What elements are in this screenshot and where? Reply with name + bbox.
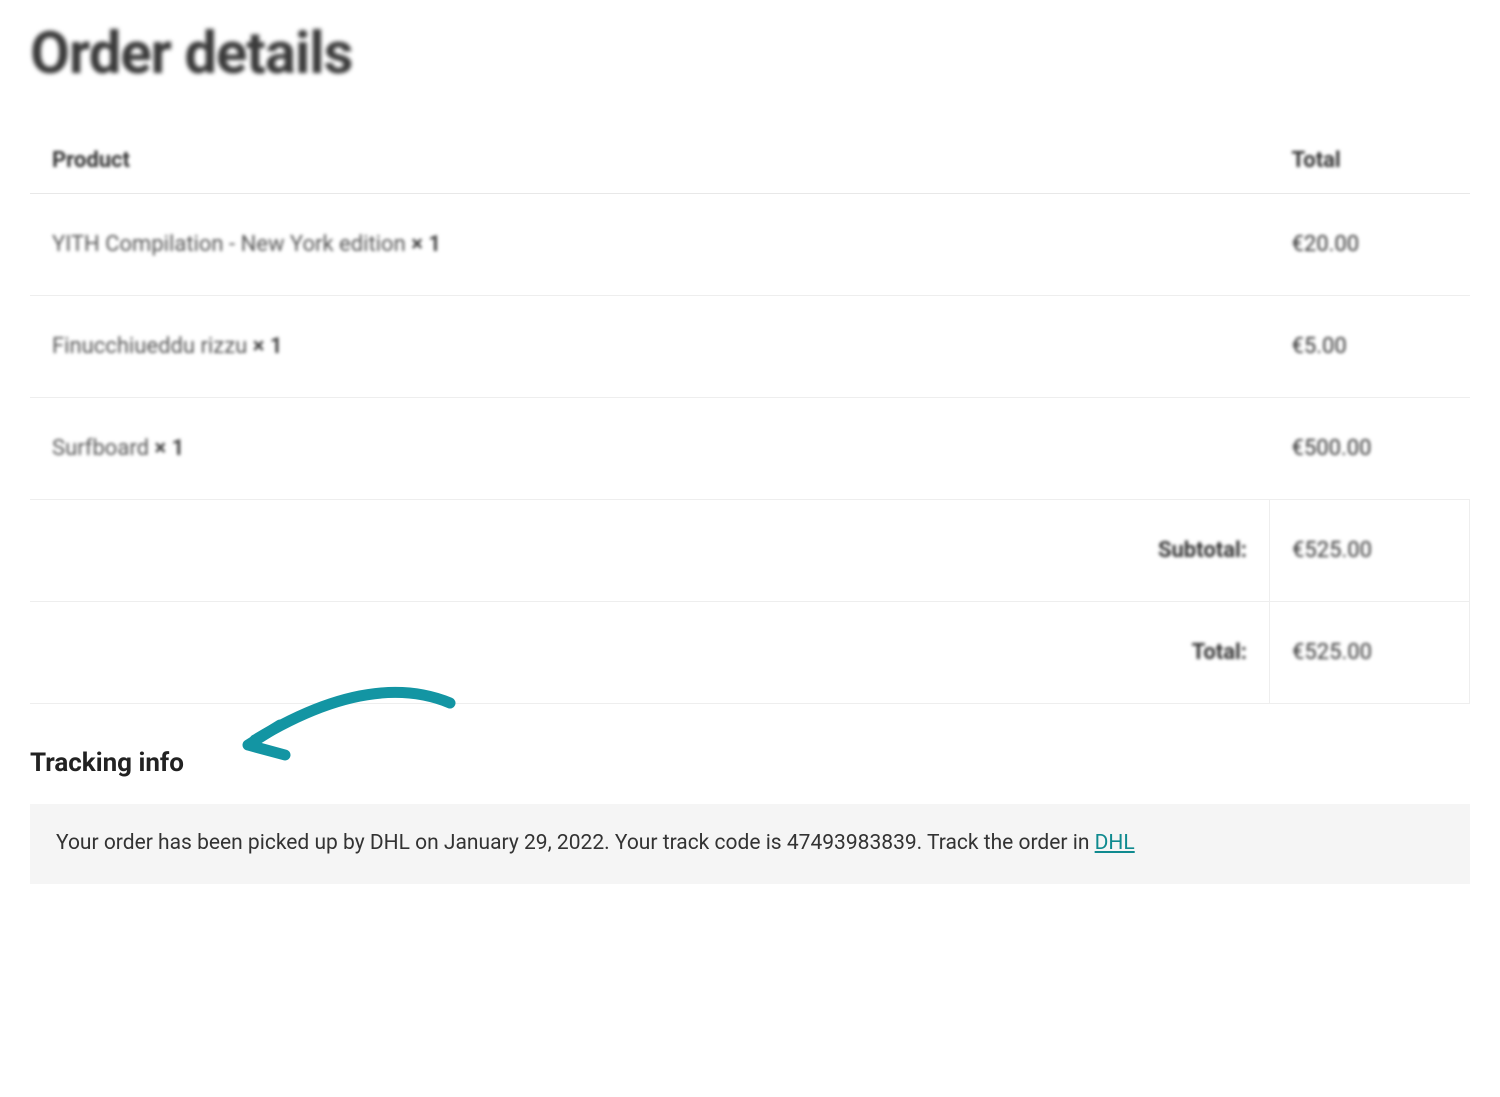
total-value: €525.00 (1270, 602, 1470, 704)
product-name: Surfboard (52, 436, 149, 461)
column-header-product: Product (30, 128, 1270, 194)
tracking-link[interactable]: DHL (1095, 831, 1135, 855)
product-cell: Finucchiueddu rizzu × 1 (30, 296, 1270, 398)
subtotal-value: €525.00 (1270, 500, 1470, 602)
product-price: €500.00 (1270, 398, 1470, 500)
tracking-section: Tracking info Your order has been picked… (30, 748, 1470, 884)
page-title: Order details (30, 20, 1470, 88)
product-cell: Surfboard × 1 (30, 398, 1270, 500)
product-price: €20.00 (1270, 194, 1470, 296)
column-header-total: Total (1270, 128, 1470, 194)
product-qty: × 1 (253, 334, 283, 359)
product-qty: × 1 (411, 232, 441, 257)
subtotal-label: Subtotal: (30, 500, 1270, 602)
product-name: Finucchiueddu rizzu (52, 334, 247, 359)
product-price: €5.00 (1270, 296, 1470, 398)
table-row: Surfboard × 1 €500.00 (30, 398, 1470, 500)
product-qty: × 1 (154, 436, 184, 461)
tracking-message-box: Your order has been picked up by DHL on … (30, 804, 1470, 884)
product-name: YITH Compilation - New York edition (52, 232, 406, 257)
total-label: Total: (30, 602, 1270, 704)
product-cell: YITH Compilation - New York edition × 1 (30, 194, 1270, 296)
table-row: Finucchiueddu rizzu × 1 €5.00 (30, 296, 1470, 398)
tracking-message: Your order has been picked up by DHL on … (56, 831, 1095, 855)
order-details-table: Product Total YITH Compilation - New Yor… (30, 128, 1470, 704)
table-row: YITH Compilation - New York edition × 1 … (30, 194, 1470, 296)
tracking-heading: Tracking info (30, 748, 1470, 778)
